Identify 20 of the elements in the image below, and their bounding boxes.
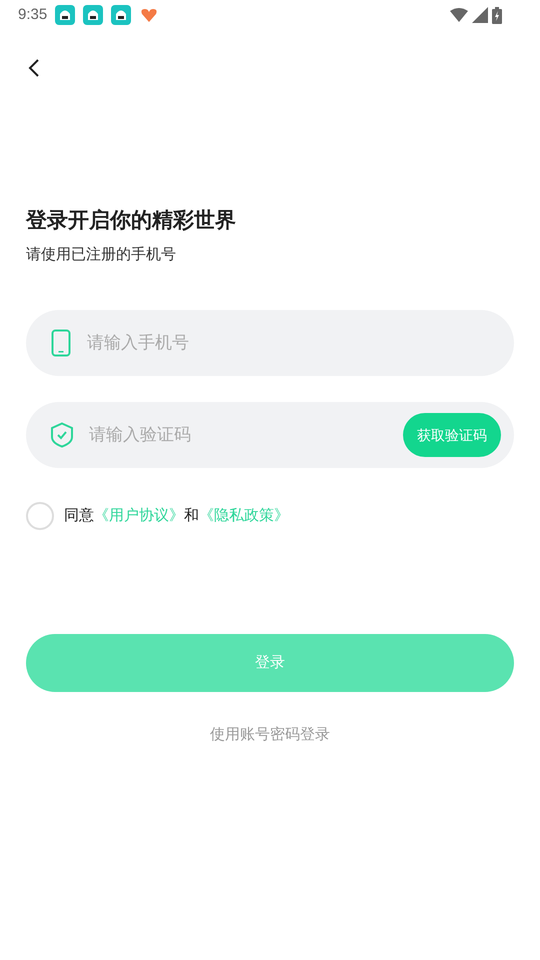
agreement-link[interactable]: 《隐私政策》 xyxy=(199,504,289,528)
app-notification-icon xyxy=(111,5,132,25)
shield-check-icon xyxy=(50,422,74,448)
back-icon xyxy=(27,58,41,78)
wifi-icon xyxy=(450,8,468,22)
agreement-link[interactable]: 《用户协议》 xyxy=(94,504,184,528)
page-subtitle: 请使用已注册的手机号 xyxy=(26,245,177,265)
get-code-button[interactable]: 获取验证码 xyxy=(403,413,501,457)
phone-field[interactable]: 请输入手机号 xyxy=(26,310,514,376)
agree-checkbox[interactable] xyxy=(26,502,54,530)
battery-icon xyxy=(492,6,502,24)
signal-icon xyxy=(472,7,488,23)
page-title: 登录开启你的精彩世界 xyxy=(26,208,237,234)
app-notification-icon xyxy=(55,5,76,25)
status-time: 9:35 xyxy=(18,4,48,25)
password-login-link[interactable]: 使用账号密码登录 xyxy=(210,724,330,746)
agreement-text: 和 xyxy=(184,506,199,526)
agreement-text: 同意 xyxy=(64,506,94,526)
app-notification-icon xyxy=(83,5,104,25)
phone-icon xyxy=(51,329,71,357)
